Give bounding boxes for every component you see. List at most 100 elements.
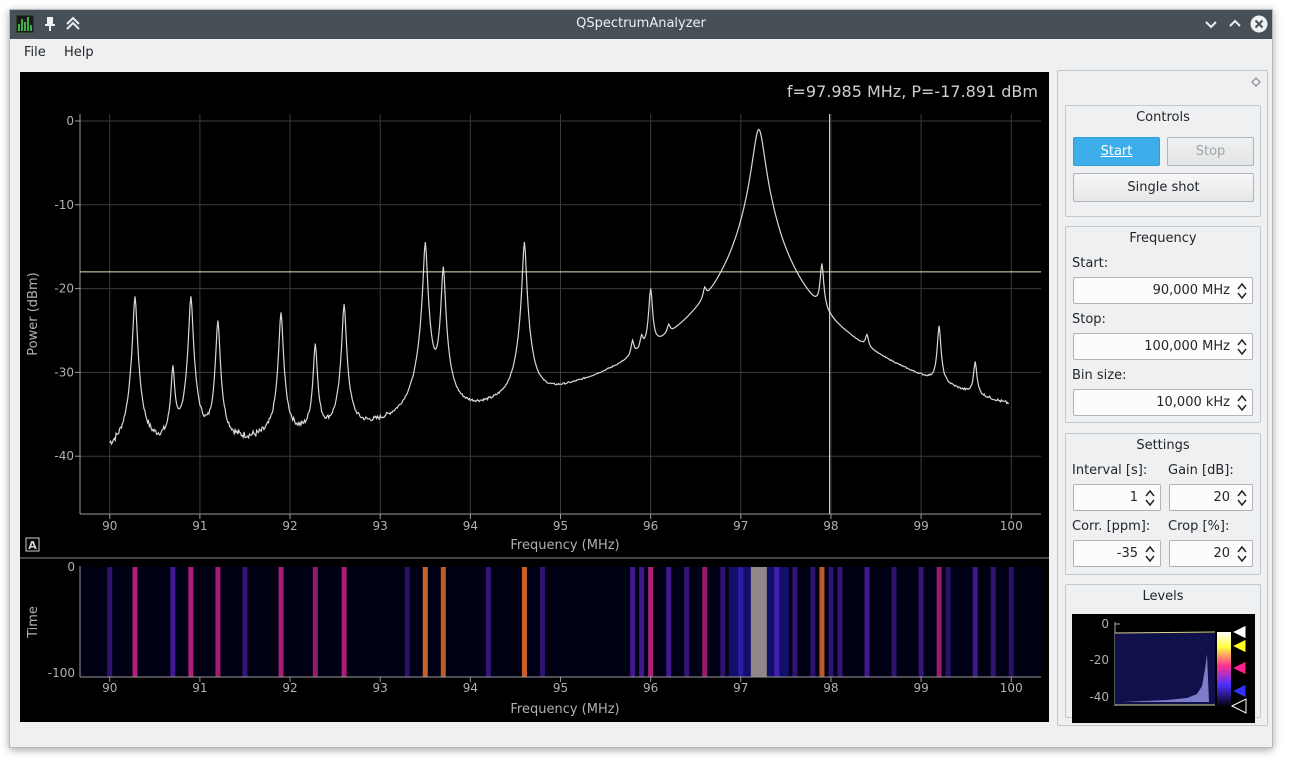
- bin-size-input[interactable]: 10,000 kHz: [1073, 389, 1253, 416]
- y-tick-label: -30: [54, 365, 74, 379]
- waterfall-band: [170, 567, 176, 677]
- crop-input[interactable]: 20: [1169, 540, 1253, 567]
- stop-freq-input[interactable]: 100,000 MHz: [1073, 333, 1253, 360]
- waterfall-band: [312, 567, 318, 677]
- corr-input[interactable]: -35: [1073, 540, 1161, 567]
- waterfall-band: [720, 567, 726, 677]
- window-title: QSpectrumAnalyzer: [576, 16, 706, 31]
- close-icon[interactable]: [1250, 15, 1268, 33]
- interval-input[interactable]: 1: [1073, 484, 1161, 511]
- y-tick-label: 0: [66, 114, 74, 128]
- frequency-title: Frequency: [1129, 231, 1197, 246]
- interval-value: 1: [1129, 490, 1138, 505]
- waterfall-band: [945, 567, 951, 677]
- minimize-icon[interactable]: [1202, 15, 1220, 33]
- spectrum-plot[interactable]: f=97.985 MHz, P=-17.891 dBm 0 -10 -20 -30 -4…: [25, 82, 1041, 553]
- waterfall-band: [188, 567, 194, 677]
- waterfall-band: [404, 567, 410, 677]
- gain-input[interactable]: 20: [1169, 484, 1253, 511]
- waterfall-band: [774, 567, 780, 677]
- controls-title: Controls: [1136, 110, 1190, 125]
- x-tick-label: 95: [553, 519, 568, 533]
- stop-button-label: Stop: [1195, 144, 1226, 159]
- waterfall-background: [80, 567, 1041, 677]
- spin-arrows-icon[interactable]: [1236, 281, 1248, 301]
- waterfall-band: [828, 567, 834, 677]
- stop-freq-value: 100,000 MHz: [1144, 339, 1230, 354]
- waterfall-x-tick-label: 96: [643, 681, 658, 695]
- y-tick-label: -40: [54, 449, 74, 463]
- waterfall-band: [864, 567, 870, 677]
- maximize-icon[interactable]: [1226, 15, 1244, 33]
- spectrum-x-label: Frequency (MHz): [510, 538, 619, 553]
- spin-arrows-icon[interactable]: [1236, 393, 1248, 413]
- app-window: QSpectrumAnalyzer File Help f=97.985 MHz…: [9, 9, 1273, 748]
- spin-arrows-icon[interactable]: [1144, 544, 1156, 564]
- waterfall-band: [242, 567, 248, 677]
- waterfall-band: [666, 567, 672, 677]
- start-freq-label: Start:: [1072, 256, 1109, 271]
- spin-arrows-icon[interactable]: [1236, 488, 1248, 508]
- waterfall-y-tick-100: -100: [48, 666, 75, 680]
- levels-tick-20: -20: [1089, 653, 1109, 667]
- x-tick-label: 98: [823, 519, 838, 533]
- dock-float-icon[interactable]: [1251, 77, 1261, 87]
- x-tick-label: 93: [373, 519, 388, 533]
- controls-group: Controls Start Stop Single shot: [1065, 105, 1261, 217]
- y-tick-label: -20: [54, 282, 74, 296]
- waterfall-x-tick-label: 97: [733, 681, 748, 695]
- waterfall-x-tick-label: 98: [823, 681, 838, 695]
- waterfall-band: [936, 567, 942, 677]
- x-tick-label: 100: [1000, 519, 1023, 533]
- start-freq-input[interactable]: 90,000 MHz: [1073, 277, 1253, 304]
- waterfall-band: [792, 567, 798, 677]
- stop-freq-label: Stop:: [1072, 312, 1106, 327]
- waterfall-x-tick-label: 90: [102, 681, 117, 695]
- corr-value: -35: [1116, 546, 1138, 561]
- menu-file[interactable]: File: [24, 45, 46, 60]
- x-tick-label: 90: [102, 519, 117, 533]
- gain-label: Gain [dB]:: [1168, 463, 1234, 478]
- start-freq-value: 90,000 MHz: [1152, 283, 1230, 298]
- waterfall-x-tick-label: 92: [282, 681, 297, 695]
- stop-button[interactable]: Stop: [1167, 137, 1254, 166]
- levels-histogram[interactable]: 0 -20 -40: [1072, 614, 1255, 723]
- auto-range-button[interactable]: A: [25, 537, 40, 552]
- x-tick-label: 92: [282, 519, 297, 533]
- waterfall-band: [485, 567, 491, 677]
- waterfall-band: [215, 567, 221, 677]
- start-button[interactable]: Start: [1073, 137, 1160, 166]
- waterfall-band: [440, 567, 446, 677]
- levels-tick-0: 0: [1101, 617, 1109, 631]
- waterfall-band: [648, 567, 654, 677]
- waterfall-plot[interactable]: 90 91 92 93 94 95 96 97 98 99 100 0 -100 Time Freq…: [26, 560, 1041, 717]
- spin-arrows-icon[interactable]: [1236, 544, 1248, 564]
- spin-arrows-icon[interactable]: [1144, 488, 1156, 508]
- single-shot-label: Single shot: [1127, 180, 1200, 195]
- waterfall-band: [702, 567, 708, 677]
- start-button-label: Start: [1100, 144, 1133, 159]
- title-bar: QSpectrumAnalyzer: [10, 10, 1272, 39]
- menu-help[interactable]: Help: [64, 45, 94, 60]
- spin-arrows-icon[interactable]: [1236, 337, 1248, 357]
- bin-size-value: 10,000 kHz: [1156, 395, 1230, 410]
- waterfall-x-tick-label: 95: [553, 681, 568, 695]
- crop-label: Crop [%]:: [1168, 519, 1230, 534]
- levels-colorbar: [1217, 632, 1231, 707]
- waterfall-band: [422, 567, 428, 677]
- y-tick-label: -10: [54, 198, 74, 212]
- waterfall-band: [810, 567, 816, 677]
- waterfall-x-tick-label: 99: [913, 681, 928, 695]
- single-shot-button[interactable]: Single shot: [1073, 173, 1254, 202]
- waterfall-band: [972, 567, 978, 677]
- cursor-readout: f=97.985 MHz, P=-17.891 dBm: [787, 82, 1038, 101]
- levels-group: Levels 0 -20 -40: [1065, 584, 1261, 723]
- spectrum-trace: [109, 128, 1010, 446]
- waterfall-band: [1008, 567, 1014, 677]
- waterfall-x-tick-label: 93: [373, 681, 388, 695]
- auto-range-label: A: [28, 539, 37, 552]
- settings-title: Settings: [1136, 438, 1190, 453]
- waterfall-band: [891, 567, 897, 677]
- levels-title: Levels: [1142, 589, 1184, 604]
- plot-area: f=97.985 MHz, P=-17.891 dBm 0 -10 -20 -30 -4…: [20, 72, 1049, 722]
